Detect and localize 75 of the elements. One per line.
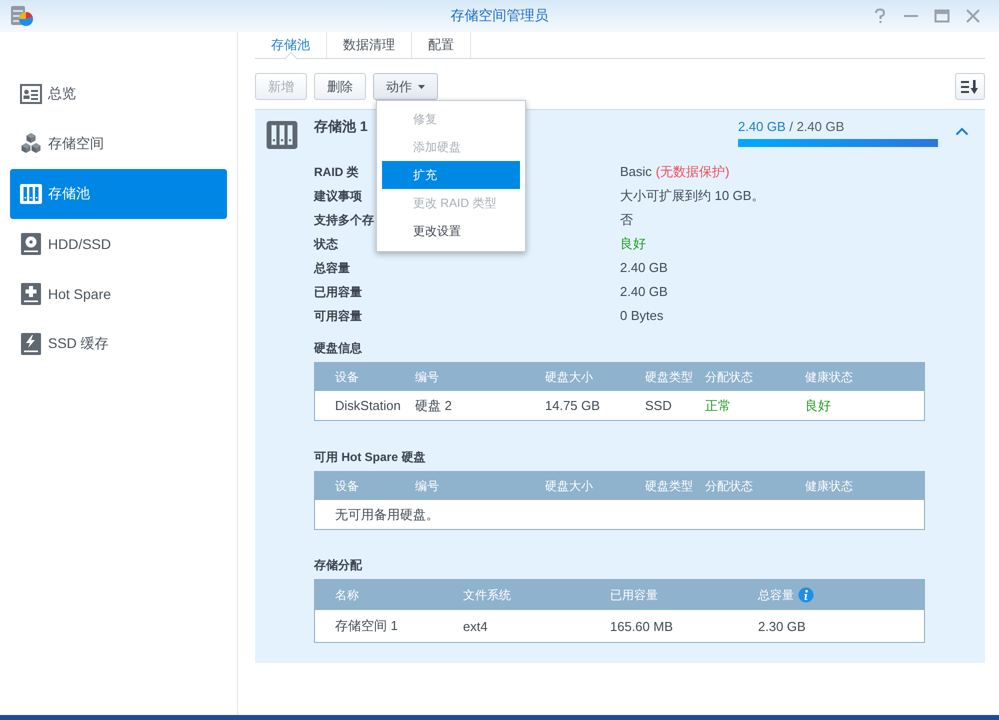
property-value: 0 Bytes bbox=[620, 307, 664, 325]
caret-icon bbox=[418, 84, 425, 88]
table-cell: 165.60 MB bbox=[610, 618, 673, 634]
property-value: Basic bbox=[620, 163, 652, 181]
sidebar-item[interactable]: Hot Spare bbox=[10, 269, 227, 319]
app-logo-icon bbox=[10, 5, 34, 27]
table-cell: 存储空间 1 bbox=[335, 618, 398, 633]
sidebar-item[interactable]: 存储池 bbox=[10, 169, 227, 219]
maximize-icon[interactable] bbox=[934, 8, 950, 24]
sidebar-item[interactable]: SSD 缓存 bbox=[10, 319, 227, 369]
tab[interactable]: 数据清理 bbox=[327, 32, 412, 58]
help-icon[interactable] bbox=[872, 8, 888, 24]
empty-message: 无可用备用硬盘。 bbox=[335, 506, 439, 522]
sidebar-item[interactable]: 总览 bbox=[10, 69, 227, 119]
column-header: 总容量 bbox=[758, 586, 794, 604]
table-cell: 正常 bbox=[705, 398, 731, 412]
section-title: 存储分配 bbox=[314, 557, 363, 574]
column-header: 文件系统 bbox=[463, 586, 511, 604]
toolbar-button[interactable]: 动作 bbox=[373, 73, 438, 100]
sort-button[interactable] bbox=[955, 73, 985, 100]
column-header: 健康状态 bbox=[805, 368, 853, 386]
column-header: 硬盘大小 bbox=[545, 478, 593, 494]
overview-card-icon bbox=[20, 84, 42, 104]
separator: / bbox=[789, 119, 793, 134]
table-cell: 良好 bbox=[805, 398, 831, 412]
table-cell: DiskStation bbox=[335, 398, 401, 413]
storage-pool-icon bbox=[20, 184, 42, 204]
table-cell: 2.30 GB bbox=[758, 618, 806, 634]
column-header: 分配状态 bbox=[705, 478, 753, 494]
storage-pool-icon bbox=[266, 121, 298, 149]
pool-title: 存储池 1 bbox=[314, 118, 368, 136]
window-title: 存储空间管理员 bbox=[450, 7, 548, 25]
table-cell: SSD bbox=[645, 398, 672, 413]
used-capacity: 2.40 GB bbox=[738, 119, 786, 134]
table-cell: ext4 bbox=[463, 618, 488, 634]
property-label: 总容量 bbox=[314, 261, 350, 275]
table-cell: 硬盘 2 bbox=[415, 398, 452, 412]
section-title: 硬盘信息 bbox=[314, 340, 363, 357]
column-header: 名称 bbox=[335, 586, 359, 604]
tab[interactable]: 配置 bbox=[412, 32, 471, 58]
column-header: 设备 bbox=[335, 368, 359, 386]
column-header: 硬盘类型 bbox=[645, 368, 693, 386]
property-value: 大小可扩展到约 10 GB。 bbox=[620, 187, 764, 205]
collapse-icon[interactable] bbox=[954, 127, 968, 136]
sort-icon bbox=[961, 78, 979, 94]
sidebar-item[interactable]: HDD/SSD bbox=[10, 219, 227, 269]
sidebar-item[interactable]: 存储空间 bbox=[10, 119, 227, 169]
property-value: (无数据保护) bbox=[656, 163, 730, 181]
property-value: 2.40 GB bbox=[620, 283, 668, 301]
column-header: 已用容量 bbox=[610, 586, 658, 604]
menu-item[interactable]: 更改设置 bbox=[382, 217, 520, 245]
cubes-icon bbox=[20, 133, 42, 155]
menu-item[interactable]: 扩充 bbox=[382, 161, 520, 189]
close-icon[interactable] bbox=[965, 8, 981, 24]
property-label: RAID 类 bbox=[314, 165, 359, 179]
column-header: 硬盘类型 bbox=[645, 478, 693, 494]
column-header: 分配状态 bbox=[705, 368, 753, 386]
property-label: 状态 bbox=[314, 237, 338, 251]
column-header: 编号 bbox=[415, 368, 439, 386]
toolbar-button[interactable]: 删除 bbox=[314, 73, 366, 100]
total-capacity: 2.40 GB bbox=[796, 119, 844, 134]
column-header: 设备 bbox=[335, 478, 359, 494]
column-header: 健康状态 bbox=[805, 478, 853, 494]
property-label: 建议事项 bbox=[314, 189, 362, 203]
property-label: 可用容量 bbox=[314, 309, 362, 323]
table-cell: 14.75 GB bbox=[545, 398, 600, 413]
column-header: 编号 bbox=[415, 478, 439, 494]
info-icon[interactable] bbox=[798, 587, 814, 603]
property-value: 良好 bbox=[620, 235, 646, 253]
property-label: 已用容量 bbox=[314, 285, 362, 299]
property-value: 2.40 GB bbox=[620, 259, 668, 277]
property-value: 否 bbox=[620, 211, 633, 229]
property-label: 支持多个存 bbox=[314, 213, 374, 227]
section-title: 可用 Hot Spare 硬盘 bbox=[314, 449, 426, 466]
column-header: 硬盘大小 bbox=[545, 368, 593, 386]
